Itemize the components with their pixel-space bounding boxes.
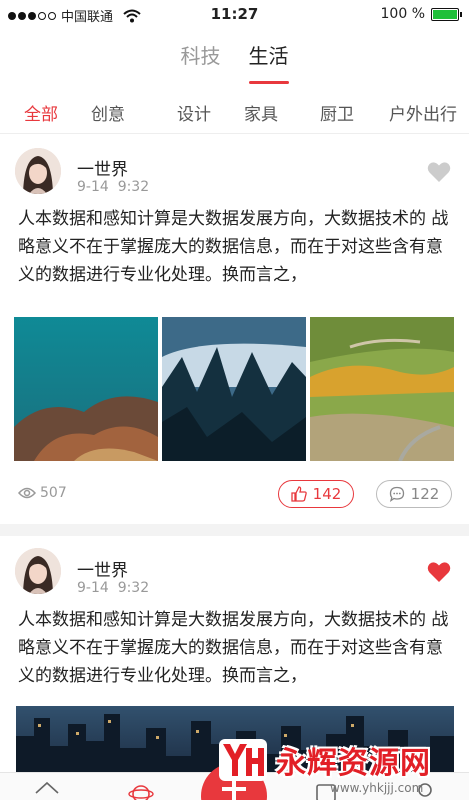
battery-icon bbox=[431, 7, 462, 21]
category-furniture[interactable]: 家具 bbox=[244, 100, 278, 125]
post-body: 人本数据和感知计算是大数据发展方向，大数据技术的 战略意义不在于掌握庞大的数据信… bbox=[18, 209, 449, 285]
category-design[interactable]: 设计 bbox=[177, 100, 211, 125]
comments-number: 122 bbox=[410, 485, 440, 503]
author-name[interactable]: 一世界 bbox=[77, 556, 128, 581]
like-button[interactable]: 142 bbox=[278, 480, 354, 508]
status-right: 100 % bbox=[380, 6, 462, 22]
heart-icon[interactable] bbox=[427, 561, 451, 583]
post-timestamp: 9-14 9:32 bbox=[77, 580, 149, 596]
app-screen: 中国联通 11:27 100 % 科技 生活 全部 创意 设计 家具 厨卫 户外… bbox=[0, 0, 469, 800]
post-card: 一世界 9-14 9:32 人本数据和感知计算是大数据发展方向，大数据技术的 战… bbox=[0, 135, 469, 520]
status-bar: 中国联通 11:27 100 % bbox=[0, 0, 469, 30]
tab-life[interactable]: 生活 bbox=[247, 36, 291, 84]
misty-forest-photo[interactable] bbox=[162, 317, 306, 461]
eye-icon bbox=[18, 487, 36, 499]
author-name[interactable]: 一世界 bbox=[77, 155, 128, 180]
post-divider bbox=[0, 524, 469, 536]
category-outdoor[interactable]: 户外出行 bbox=[389, 100, 457, 125]
lake-rocks-photo[interactable] bbox=[14, 317, 158, 461]
photo-grid bbox=[14, 317, 454, 461]
post-time: 9:32 bbox=[117, 580, 150, 596]
category-all[interactable]: 全部 bbox=[24, 100, 58, 125]
tab-tech[interactable]: 科技 bbox=[179, 36, 223, 78]
category-creative[interactable]: 创意 bbox=[91, 100, 125, 125]
watermark: 永辉资源网 bbox=[218, 736, 458, 784]
top-tabs: 科技 生活 bbox=[0, 36, 469, 84]
post-timestamp: 9-14 9:32 bbox=[77, 179, 149, 195]
watermark-url: www.yhkjjj.com bbox=[330, 781, 424, 795]
home-icon[interactable] bbox=[34, 781, 60, 800]
category-nav: 全部 创意 设计 家具 厨卫 户外出行 bbox=[0, 90, 469, 134]
category-kitchen-bath[interactable]: 厨卫 bbox=[320, 100, 354, 125]
views-number: 507 bbox=[40, 485, 67, 501]
likes-number: 142 bbox=[312, 485, 342, 503]
post-date: 9-14 bbox=[77, 179, 109, 195]
post-time: 9:32 bbox=[117, 179, 150, 195]
autumn-meadow-photo[interactable] bbox=[310, 317, 454, 461]
post-body: 人本数据和感知计算是大数据发展方向，大数据技术的 战略意义不在于掌握庞大的数据信… bbox=[18, 610, 449, 686]
view-count: 507 bbox=[18, 485, 67, 501]
battery-percent: 100 % bbox=[380, 6, 425, 22]
watermark-title: 永辉资源网 bbox=[276, 746, 431, 781]
thumbs-up-icon bbox=[291, 486, 307, 502]
discover-icon[interactable] bbox=[128, 781, 154, 800]
comment-button[interactable]: 122 bbox=[376, 480, 452, 508]
avatar[interactable] bbox=[15, 148, 61, 194]
post-date: 9-14 bbox=[77, 580, 109, 596]
heart-icon[interactable] bbox=[427, 161, 451, 183]
avatar[interactable] bbox=[15, 548, 61, 594]
comment-bubble-icon bbox=[389, 486, 404, 502]
watermark-logo bbox=[219, 739, 267, 781]
